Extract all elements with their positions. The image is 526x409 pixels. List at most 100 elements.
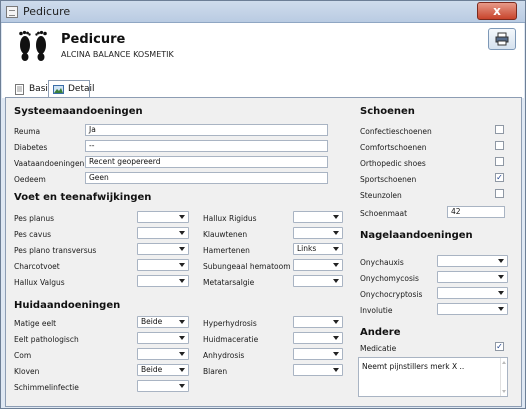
chevron-down-icon — [179, 320, 185, 324]
chevron-down-icon — [333, 215, 339, 219]
medicatie-notes-text: Neemt pijnstillers merk X .. — [362, 362, 465, 371]
comfortschoenen-checkbox[interactable] — [495, 141, 504, 150]
schimmelinfectie-label: Schimmelinfectie — [14, 383, 79, 392]
schoenmaat-input[interactable]: 42 — [447, 206, 505, 218]
chevron-down-icon — [498, 259, 504, 263]
chevron-down-icon — [498, 275, 504, 279]
matige-eelt-select[interactable]: Beide — [137, 316, 189, 328]
tab-basis[interactable]: Basis — [9, 80, 53, 98]
schimmelinfectie-select[interactable] — [137, 380, 189, 392]
steunzolen-label: Steunzolen — [360, 191, 402, 200]
document-icon — [15, 84, 24, 95]
klauwtenen-select[interactable] — [293, 227, 343, 239]
subungeaal-hematoom-label: Subungeaal hematoom — [203, 262, 291, 271]
orthopedic-shoes-checkbox[interactable] — [495, 157, 504, 166]
com-select[interactable] — [137, 348, 189, 360]
onychauxis-label: Onychauxis — [360, 258, 404, 267]
onychocryptosis-select[interactable] — [437, 287, 508, 299]
chevron-down-icon — [333, 368, 339, 372]
section-huid-title: Huidaandoeningen — [14, 300, 121, 311]
steunzolen-checkbox[interactable] — [495, 189, 504, 198]
page-subtitle: ALCINA BALANCE KOSMETIK — [61, 50, 174, 59]
kloven-label: Kloven — [14, 367, 40, 376]
header: Pedicure ALCINA BALANCE KOSMETIK — [2, 23, 524, 73]
hallux-valgus-label: Hallux Valgus — [14, 278, 65, 287]
klauwtenen-label: Klauwtenen — [203, 230, 248, 239]
medicatie-notes[interactable]: Neemt pijnstillers merk X .. — [358, 357, 508, 397]
reuma-label: Reuma — [14, 127, 41, 136]
chevron-down-icon — [179, 247, 185, 251]
section-schoenen-title: Schoenen — [360, 106, 415, 117]
medicatie-checkbox[interactable]: ✓ — [495, 342, 504, 351]
orthopedic-shoes-label: Orthopedic shoes — [360, 159, 426, 168]
hallux-rigidus-label: Hallux Rigidus — [203, 214, 257, 223]
checkmark-icon: ✓ — [496, 173, 503, 182]
page-title: Pedicure — [61, 32, 126, 47]
pes-cavus-label: Pes cavus — [14, 230, 51, 239]
kloven-select[interactable]: Beide — [137, 364, 189, 376]
metatarsalgie-label: Metatarsalgie — [203, 278, 255, 287]
vaataandoeningen-label: Vaataandoeningen — [14, 159, 85, 168]
print-button[interactable] — [488, 28, 516, 50]
title-bar: Pedicure x — [1, 1, 525, 23]
chevron-down-icon — [179, 231, 185, 235]
checkmark-icon: ✓ — [496, 342, 503, 351]
chevron-down-icon — [179, 215, 185, 219]
printer-icon — [495, 32, 509, 46]
chevron-down-icon — [333, 231, 339, 235]
hamertenen-select[interactable]: Links — [293, 243, 343, 255]
pes-plano-transversus-label: Pes plano transversus — [14, 246, 97, 255]
detail-panel: Systeemaandoeningen Reuma Ja Diabetes --… — [5, 98, 522, 407]
pes-plano-transversus-select[interactable] — [137, 243, 189, 255]
onychauxis-select[interactable] — [437, 255, 508, 267]
chevron-down-icon — [333, 263, 339, 267]
window-title: Pedicure — [23, 5, 71, 18]
eelt-pathologisch-label: Eelt pathologisch — [14, 335, 79, 344]
charcotvoet-label: Charcotvoet — [14, 262, 60, 271]
onychocryptosis-label: Onychocryptosis — [360, 290, 423, 299]
chevron-down-icon — [498, 307, 504, 311]
hallux-valgus-select[interactable] — [137, 275, 189, 287]
huidmaceratie-label: Huidmaceratie — [203, 335, 259, 344]
eelt-pathologisch-select[interactable] — [137, 332, 189, 344]
chevron-down-icon — [179, 263, 185, 267]
huidmaceratie-select[interactable] — [293, 332, 343, 344]
blaren-select[interactable] — [293, 364, 343, 376]
reuma-input[interactable]: Ja — [85, 124, 328, 136]
hyperhydrosis-select[interactable] — [293, 316, 343, 328]
involutie-select[interactable] — [437, 303, 508, 315]
confectieschoenen-checkbox[interactable] — [495, 125, 504, 134]
section-voet-title: Voet en teenafwijkingen — [14, 192, 152, 203]
app-icon — [6, 6, 18, 18]
anhydrosis-select[interactable] — [293, 348, 343, 360]
tab-strip: Basis Detail — [2, 73, 524, 99]
chevron-down-icon — [333, 320, 339, 324]
chevron-down-icon — [333, 279, 339, 283]
image-icon — [53, 85, 64, 94]
chevron-down-icon — [179, 279, 185, 283]
feet-icon — [19, 30, 47, 61]
hamertenen-label: Hamertenen — [203, 246, 250, 255]
notes-scrollbar[interactable] — [500, 358, 507, 396]
hallux-rigidus-select[interactable] — [293, 211, 343, 223]
diabetes-input[interactable]: -- — [85, 140, 328, 152]
pes-planus-select[interactable] — [137, 211, 189, 223]
onychomycosis-label: Onychomycosis — [360, 274, 419, 283]
sportschoenen-label: Sportschoenen — [360, 175, 417, 184]
confectieschoenen-label: Confectieschoenen — [360, 127, 432, 136]
sportschoenen-checkbox[interactable]: ✓ — [495, 173, 504, 182]
close-button[interactable]: x — [477, 2, 517, 20]
oedeem-input[interactable]: Geen — [85, 172, 328, 184]
matige-eelt-label: Matige eelt — [14, 319, 57, 328]
section-nagel-title: Nagelaandoeningen — [360, 230, 473, 241]
subungeaal-hematoom-select[interactable] — [293, 259, 343, 271]
tab-detail-label: Detail — [68, 84, 95, 94]
onychomycosis-select[interactable] — [437, 271, 508, 283]
pes-cavus-select[interactable] — [137, 227, 189, 239]
com-label: Com — [14, 351, 32, 360]
metatarsalgie-select[interactable] — [293, 275, 343, 287]
chevron-down-icon — [333, 336, 339, 340]
charcotvoet-select[interactable] — [137, 259, 189, 271]
vaataandoeningen-input[interactable]: Recent geopereerd — [85, 156, 328, 168]
chevron-down-icon — [179, 384, 185, 388]
